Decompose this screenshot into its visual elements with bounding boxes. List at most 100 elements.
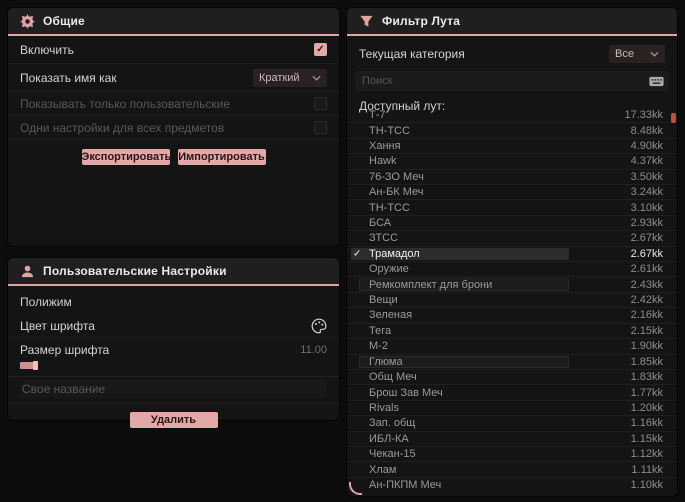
loot-item-value: 1.83kk <box>630 371 663 384</box>
enable-checkbox[interactable]: ✓ <box>314 43 327 56</box>
resize-grip[interactable] <box>349 482 362 495</box>
loot-item-row[interactable]: Хлам 1.11kk <box>349 462 675 478</box>
gear-icon <box>20 13 35 29</box>
font-size-row: Размер шрифта 11.00 <box>8 341 339 359</box>
loot-item-value: 2.16kk <box>630 309 663 322</box>
loot-item-value: 2.67kk <box>630 247 663 260</box>
name-mode-label: Показать имя как <box>20 70 117 85</box>
funnel-icon <box>359 14 374 29</box>
loot-item-name: Общ Меч <box>369 371 417 384</box>
loot-item-name: Брош Зав Меч <box>369 386 443 399</box>
chevron-down-icon <box>650 51 659 57</box>
loot-item-name: Rivals <box>369 401 399 414</box>
name-mode-dropdown[interactable]: Краткий <box>253 68 327 87</box>
font-color-label: Цвет шрифта <box>20 318 95 333</box>
loot-item-name: М-2 <box>369 340 388 353</box>
loot-item-row[interactable]: Вещи 2.42kk <box>349 293 675 309</box>
slider-handle[interactable] <box>33 361 38 370</box>
loot-item-value: 2.42kk <box>630 294 663 307</box>
loot-item-value: 1.12kk <box>630 448 663 461</box>
same-settings-label: Одни настройки для всех предметов <box>20 120 225 135</box>
font-size-label: Размер шрифта <box>20 343 110 357</box>
font-size-slider[interactable] <box>20 361 327 370</box>
loot-item-row[interactable]: ТН-ТСС 3.10kk <box>349 200 675 216</box>
category-dropdown[interactable]: Все <box>609 45 665 63</box>
custom-name-input[interactable] <box>20 380 327 398</box>
keyboard-icon[interactable] <box>649 76 664 87</box>
loot-item-row[interactable]: Ан-БК Меч 3.24kk <box>349 185 675 201</box>
loot-item-value: 1.20kk <box>630 401 663 414</box>
loot-item-value: 1.10kk <box>630 478 663 491</box>
enable-label: Включить <box>20 42 74 57</box>
loot-item-value: 3.10kk <box>630 201 663 214</box>
loot-item-name: ТН-ТСС <box>369 201 410 214</box>
loot-item-row[interactable]: Т-7 17.33kk <box>349 108 675 124</box>
loot-item-name: Трамадол <box>369 247 420 260</box>
loot-item-value: 1.15kk <box>630 432 663 445</box>
scrollbar-thumb[interactable] <box>671 113 676 123</box>
loot-list: Т-7 17.33kk ТН-ТСС 8.48kk Хання 4.90kk H… <box>349 108 675 492</box>
loot-item-name: Ан-БК Меч <box>369 186 424 199</box>
loot-item-value: 8.48kk <box>630 124 663 137</box>
loot-item-value: 1.90kk <box>630 340 663 353</box>
loot-item-row[interactable]: ✓ Трамадол 2.67kk <box>349 247 675 263</box>
loot-item-name: Глюма <box>369 355 403 368</box>
filter-panel-titlebar[interactable]: Фильтр Лута <box>347 8 677 36</box>
loot-item-row[interactable]: Зеленая 2.16kk <box>349 308 675 324</box>
loot-item-row[interactable]: Тега 2.15kk <box>349 324 675 340</box>
loot-item-row[interactable]: Hawk 4.37kk <box>349 154 675 170</box>
loot-item-name: Ан-ПКПМ Меч <box>369 478 442 491</box>
loot-item-row[interactable]: Глюма 1.85kk <box>349 355 675 370</box>
loot-item-row[interactable]: 76-ЗО Меч 3.50kk <box>349 170 675 186</box>
loot-item-name: Вещи <box>369 294 398 307</box>
user-settings-icon <box>20 264 35 279</box>
same-settings-checkbox[interactable]: ✓ <box>314 121 327 134</box>
loot-item-row[interactable]: Брош Зав Меч 1.77kk <box>349 385 675 401</box>
only-custom-checkbox[interactable]: ✓ <box>314 97 327 110</box>
loot-item-value: 4.90kk <box>630 140 663 153</box>
delete-button[interactable]: Удалить <box>129 412 218 428</box>
loot-item-row[interactable]: Зап. общ 1.16kk <box>349 416 675 432</box>
loot-item-value: 3.24kk <box>630 186 663 199</box>
only-custom-label: Показывать только пользовательские <box>20 96 230 111</box>
loot-item-value: 1.77kk <box>630 386 663 399</box>
loot-item-name: БСА <box>369 217 392 230</box>
search-box <box>355 71 669 91</box>
loot-item-value: 2.15kk <box>630 324 663 337</box>
palette-icon[interactable] <box>311 318 327 334</box>
category-value: Все <box>615 48 634 60</box>
loot-item-row[interactable]: Общ Меч 1.83kk <box>349 370 675 386</box>
loot-item-value: 1.16kk <box>630 417 663 430</box>
general-panel-titlebar[interactable]: Общие <box>8 8 339 36</box>
loot-item-name: Зеленая <box>369 309 413 322</box>
search-input[interactable] <box>360 74 649 88</box>
loot-item-row[interactable]: Rivals 1.20kk <box>349 401 675 417</box>
loot-item-row[interactable]: Ремкомплект для брони 2.43kk <box>349 277 675 293</box>
loot-item-row[interactable]: М-2 1.90kk <box>349 339 675 355</box>
loot-item-name: Хання <box>369 140 401 153</box>
only-custom-row: Показывать только пользовательские ✓ <box>8 92 339 116</box>
enable-row: Включить ✓ <box>8 36 339 64</box>
loot-item-value: 2.67kk <box>630 232 663 245</box>
import-button[interactable]: Импортировать <box>177 149 266 165</box>
loot-item-row[interactable]: ИБЛ-КА 1.15kk <box>349 432 675 447</box>
custom-settings-panel: Пользовательские Настройки Полижим Цвет … <box>8 258 339 428</box>
loot-item-row[interactable]: Ан-ПКПМ Меч 1.10kk <box>349 478 675 492</box>
general-panel-title: Общие <box>43 14 85 28</box>
loot-item-row[interactable]: Хання 4.90kk <box>349 139 675 155</box>
loot-item-row[interactable]: БСА 2.93kk <box>349 216 675 232</box>
loot-item-name: Оружие <box>369 263 409 276</box>
font-color-row: Цвет шрифта <box>8 314 339 338</box>
export-button[interactable]: Экспортировать <box>81 149 171 165</box>
loot-filter-panel: Фильтр Лута Текущая категория Все Доступ… <box>347 8 677 496</box>
name-mode-row: Показать имя как Краткий <box>8 64 339 92</box>
loot-item-row[interactable]: Оружие 2.61kk <box>349 262 675 278</box>
loot-item-row[interactable]: ТН-ТСС 8.48kk <box>349 123 675 139</box>
selected-item-label: Полижим <box>20 295 72 309</box>
check-icon: ✓ <box>353 248 362 260</box>
loot-item-name: ИБЛ-КА <box>369 432 409 445</box>
loot-item-row[interactable]: Чекан-15 1.12kk <box>349 447 675 463</box>
loot-item-row[interactable]: ЗТСС 2.67kk <box>349 231 675 247</box>
custom-panel-titlebar[interactable]: Пользовательские Настройки <box>8 258 339 286</box>
name-mode-value: Краткий <box>259 71 300 84</box>
